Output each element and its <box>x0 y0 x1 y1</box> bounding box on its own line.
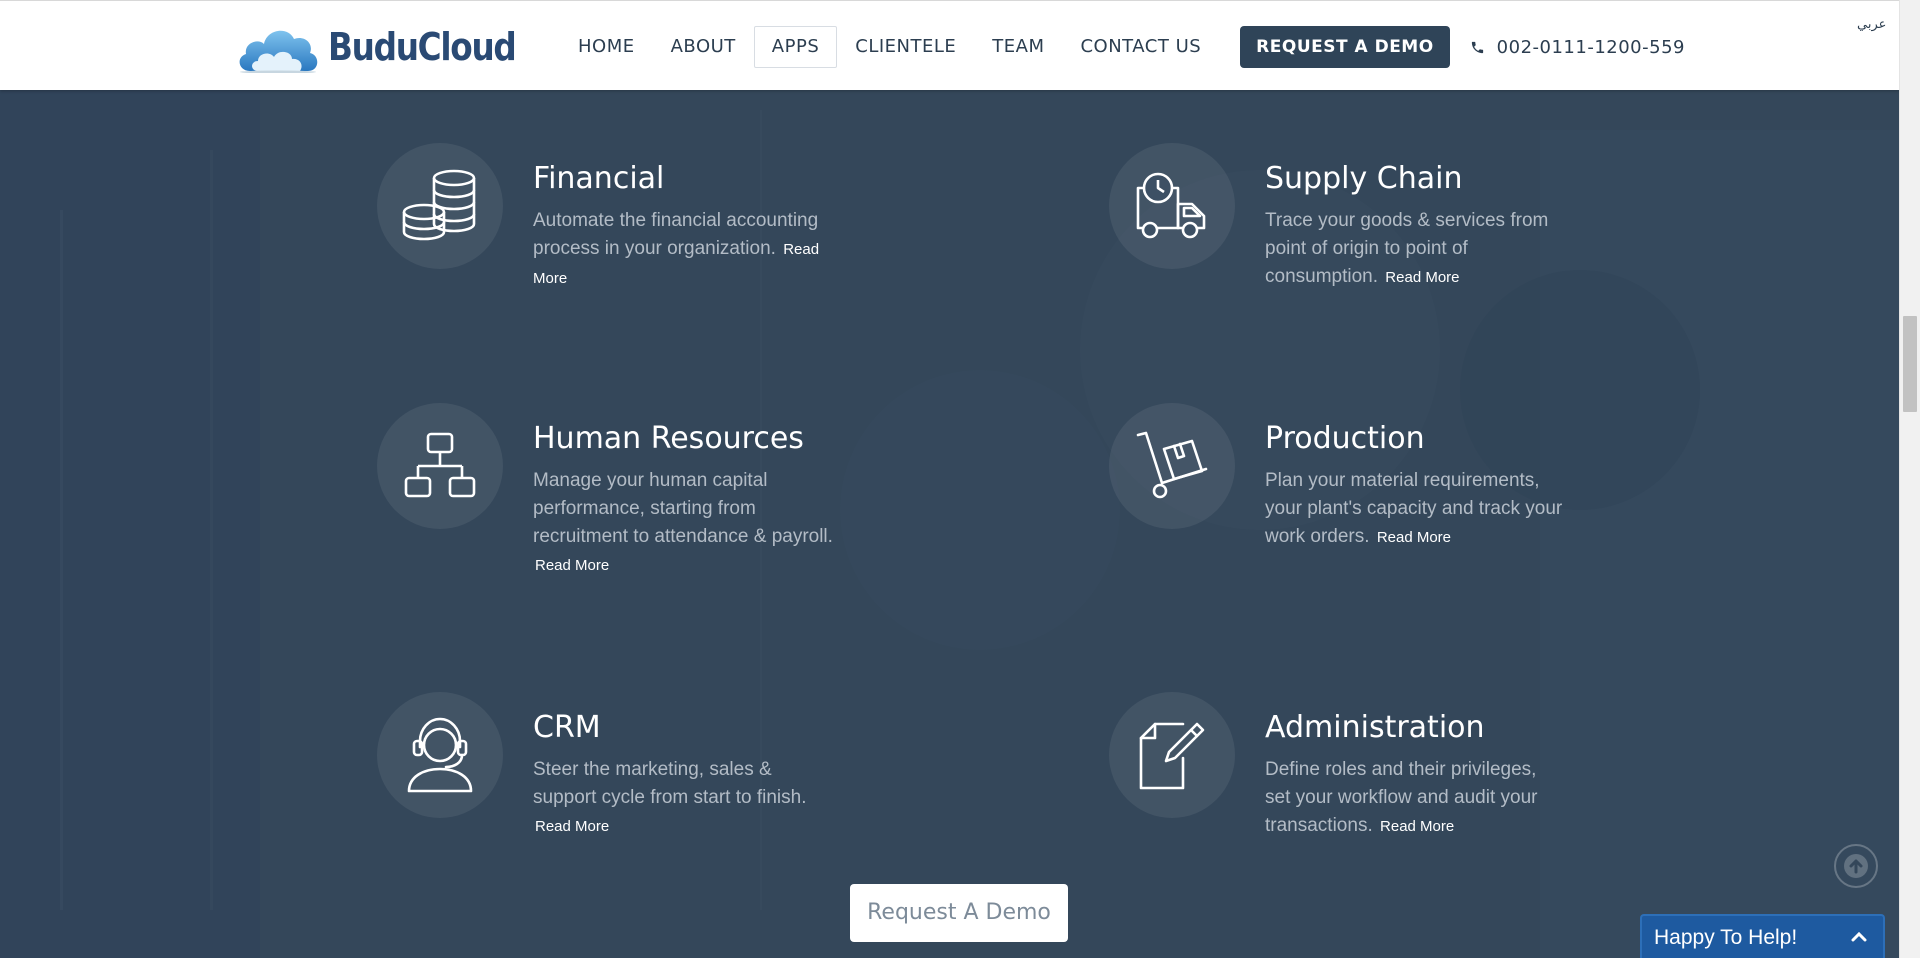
phone-icon <box>1471 41 1483 53</box>
app-title: CRM <box>533 710 601 745</box>
help-widget-label: Happy To Help! <box>1654 926 1798 949</box>
request-demo-cta-button[interactable]: Request A Demo <box>850 884 1068 942</box>
app-title: Administration <box>1265 710 1485 745</box>
site-header: BuduCloud HOME ABOUT APPS CLIENTELE TEAM… <box>0 0 1899 90</box>
logo-text: BuduCloud <box>328 25 517 69</box>
read-more-link[interactable]: Read More <box>1377 529 1451 546</box>
app-description-text: Steer the marketing, sales & support cyc… <box>533 759 807 808</box>
app-title: Supply Chain <box>1265 161 1463 196</box>
nav-about[interactable]: ABOUT <box>653 26 754 68</box>
app-title: Human Resources <box>533 421 804 456</box>
scrollbar-thumb[interactable] <box>1903 316 1917 412</box>
app-icon-circle <box>1109 403 1235 529</box>
read-more-link[interactable]: Read More <box>535 557 609 574</box>
app-description-text: Manage your human capital performance, s… <box>533 470 833 547</box>
app-card-supply-chain: Supply Chain Trace your goods & services… <box>1109 143 1729 343</box>
request-demo-button[interactable]: REQUEST A DEMO <box>1240 26 1450 68</box>
phone-text: 002-0111-1200-559 <box>1496 36 1685 58</box>
app-icon-circle <box>1109 692 1235 818</box>
app-icon-circle <box>377 692 503 818</box>
read-more-link[interactable]: Read More <box>535 818 609 835</box>
logo[interactable]: BuduCloud <box>236 19 546 75</box>
scroll-to-top-button[interactable] <box>1834 844 1878 888</box>
arrow-up-icon <box>1844 854 1868 878</box>
language-switch[interactable]: عربي <box>1857 17 1886 32</box>
app-icon-circle <box>377 143 503 269</box>
app-icon-circle <box>1109 143 1235 269</box>
app-card-human-resources: Human Resources Manage your human capita… <box>377 403 997 603</box>
nav-apps[interactable]: APPS <box>753 26 838 68</box>
document-edit-icon <box>1139 722 1205 790</box>
app-description: Steer the marketing, sales & support cyc… <box>533 756 833 841</box>
app-title: Financial <box>533 161 665 196</box>
hand-truck-icon <box>1136 431 1208 499</box>
nav-home[interactable]: HOME <box>560 26 653 68</box>
app-description: Automate the financial accounting proces… <box>533 207 833 293</box>
app-description: Define roles and their privileges, set y… <box>1265 756 1565 841</box>
cloud-logo-icon <box>239 30 318 73</box>
phone-number[interactable]: 002-0111-1200-559 <box>1470 37 1685 58</box>
nav-contact-us[interactable]: CONTACT US <box>1062 26 1219 68</box>
app-title: Production <box>1265 421 1425 456</box>
headset-agent-icon <box>407 717 473 793</box>
app-icon-circle <box>377 403 503 529</box>
chevron-up-icon <box>1851 931 1867 942</box>
page-scrollbar[interactable] <box>1899 0 1920 958</box>
app-card-production: Production Plan your material requiremen… <box>1109 403 1729 603</box>
app-card-crm: CRM Steer the marketing, sales & support… <box>377 692 997 892</box>
help-chat-widget[interactable]: Happy To Help! <box>1640 914 1885 958</box>
app-description: Trace your goods & services from point o… <box>1265 207 1565 292</box>
app-card-financial: Financial Automate the financial account… <box>377 143 997 343</box>
nav-clientele[interactable]: CLIENTELE <box>837 26 974 68</box>
nav-team[interactable]: TEAM <box>974 26 1062 68</box>
read-more-link[interactable]: Read More <box>1380 818 1454 835</box>
app-description: Manage your human capital performance, s… <box>533 467 833 580</box>
main-nav: HOME ABOUT APPS CLIENTELE TEAM CONTACT U… <box>560 26 1685 68</box>
app-description-text: Automate the financial accounting proces… <box>533 210 819 259</box>
delivery-truck-icon <box>1136 172 1206 239</box>
read-more-link[interactable]: Read More <box>1385 269 1459 286</box>
coins-stack-icon <box>402 169 476 241</box>
app-card-administration: Administration Define roles and their pr… <box>1109 692 1729 892</box>
app-description: Plan your material requirements, your pl… <box>1265 467 1565 552</box>
org-chart-icon <box>404 432 476 498</box>
